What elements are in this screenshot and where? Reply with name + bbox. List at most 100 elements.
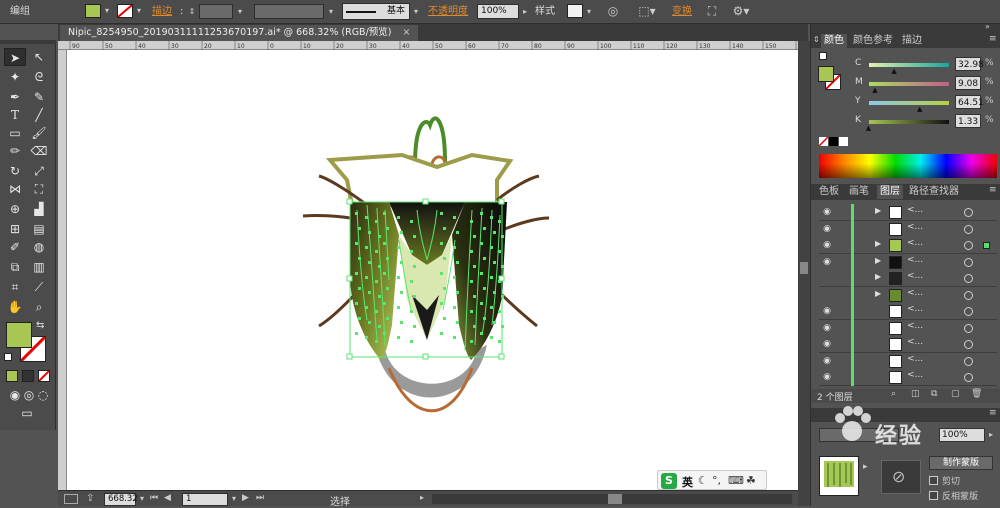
anchor-point[interactable] [413,295,416,298]
yellow-value-field[interactable]: 64.51 [955,95,984,109]
eye-icon[interactable]: ◉ [821,372,833,382]
anchor-point[interactable] [386,317,389,320]
opacity-field[interactable]: 100% [477,4,519,19]
transparency-opacity-dropdown-icon[interactable]: ▸ [986,428,996,442]
anchor-point[interactable] [410,340,413,343]
anchor-point[interactable] [498,220,501,223]
layer-row[interactable]: ◉ ▶ <... [819,237,997,254]
lasso-tool-icon[interactable]: ᘓ [28,68,50,86]
anchor-point[interactable] [355,272,358,275]
anchor-point[interactable] [378,295,381,298]
eye-icon[interactable]: ◉ [821,323,833,333]
align-icon[interactable]: ⬚▾ [636,4,658,18]
anchor-point[interactable] [375,250,378,253]
anchor-point[interactable] [440,212,443,215]
anchor-point[interactable] [443,227,446,230]
color-mode-icon[interactable] [6,370,18,382]
rectangle-tool-icon[interactable]: ▭ [4,124,26,142]
invert-mask-checkbox[interactable] [929,491,938,500]
anchor-point[interactable] [358,257,361,260]
anchor-point[interactable] [493,231,496,234]
anchor-point[interactable] [480,272,483,275]
anchor-point[interactable] [355,212,358,215]
anchor-point[interactable] [470,280,473,283]
anchor-point[interactable] [355,242,358,245]
anchor-point[interactable] [456,231,459,234]
expand-arrow-icon[interactable]: ▶ [875,206,881,215]
anchor-point[interactable] [365,306,368,309]
layer-row[interactable]: ◉ <... [819,369,997,386]
zoom-tool-icon[interactable]: ⌕ [28,298,50,316]
tab-swatches[interactable]: 色板 [819,185,839,199]
anchor-point[interactable] [473,265,476,268]
clip-checkbox[interactable] [929,476,938,485]
anchor-point[interactable] [470,310,473,313]
anchor-point[interactable] [375,310,378,313]
tab-stroke[interactable]: 描边 [902,34,922,48]
anchor-point[interactable] [383,212,386,215]
anchor-point[interactable] [365,276,368,279]
anchor-point[interactable] [375,280,378,283]
stroke-label[interactable]: 描边 [152,5,172,19]
anchor-point[interactable] [498,310,501,313]
anchor-point[interactable] [480,302,483,305]
tab-layers[interactable]: 图层 [877,185,903,199]
anchor-point[interactable] [355,302,358,305]
hand-tool-icon[interactable]: ✋ [4,298,26,316]
anchor-point[interactable] [483,317,486,320]
anchor-point[interactable] [490,336,493,339]
color-spectrum[interactable] [819,154,997,178]
layer-row[interactable]: ◉ <... [819,352,997,370]
new-layer-icon[interactable]: ▢ [951,389,960,399]
anchor-point[interactable] [365,336,368,339]
artboard-nav-icon[interactable] [64,494,78,504]
pencil-tool-icon[interactable]: ✏ [4,142,26,160]
anchor-point[interactable] [400,231,403,234]
new-sublayer-icon[interactable]: ⧉ [931,389,937,399]
target-icon[interactable] [964,208,973,217]
anchor-point[interactable] [440,332,443,335]
anchor-point[interactable] [358,227,361,230]
eraser-tool-icon[interactable]: ⌫ [28,142,50,160]
vertical-scrollbar[interactable] [798,41,810,506]
slice-tool-icon[interactable]: ⟋ [28,278,50,296]
graph-tool-icon[interactable]: ▟ [28,200,50,218]
anchor-point[interactable] [480,242,483,245]
target-icon[interactable] [964,241,973,250]
yellow-slider-track[interactable] [869,101,949,105]
direct-selection-tool-icon[interactable]: ↖ [28,48,50,66]
target-icon[interactable] [964,323,973,333]
anchor-point[interactable] [456,291,459,294]
magic-wand-tool-icon[interactable]: ✦ [4,68,26,86]
cyan-slider-knob[interactable]: ▲ [891,67,896,75]
black-swatch[interactable] [829,137,838,146]
isolate-group-icon[interactable]: ⛶ [705,4,719,18]
anchor-point[interactable] [383,302,386,305]
swap-fill-stroke-icon[interactable]: ⇆ [36,320,44,331]
opacity-dropdown-icon[interactable]: ▸ [520,5,530,19]
gradient-mode-icon[interactable] [22,370,34,382]
target-icon[interactable] [964,340,973,349]
opacity-label[interactable]: 不透明度 [428,5,468,19]
anchor-point[interactable] [453,306,456,309]
first-artboard-icon[interactable]: ⏮ [150,493,158,503]
anchor-point[interactable] [480,212,483,215]
skin-icon[interactable]: ☘ [746,474,756,487]
anchor-point[interactable] [480,332,483,335]
anchor-point[interactable] [498,340,501,343]
transform-link[interactable]: 变换 [672,5,692,19]
share-icon[interactable]: ⇪ [86,493,94,504]
anchor-point[interactable] [386,227,389,230]
color-panel-toggle-icon[interactable]: ⇕ [813,35,820,44]
fill-color-box[interactable] [6,322,32,348]
variable-width-dropdown-icon[interactable]: ▾ [326,5,336,19]
ime-mode-label[interactable]: 英 [682,474,693,490]
options-menu-icon[interactable]: ⚙▾ [728,4,754,18]
anchor-point[interactable] [473,295,476,298]
anchor-point[interactable] [375,340,378,343]
artboard-dropdown-icon[interactable]: ▾ [229,492,239,506]
cyan-value-field[interactable]: 32.98 [955,57,984,71]
anchor-point[interactable] [400,261,403,264]
expand-arrow-icon[interactable]: ▶ [875,239,881,248]
anchor-point[interactable] [453,216,456,219]
